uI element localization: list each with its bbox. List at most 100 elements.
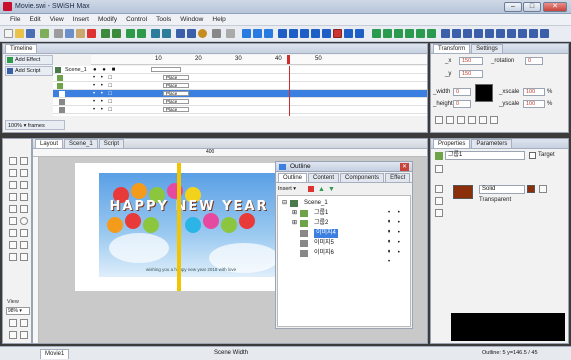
- reset-icon[interactable]: [490, 116, 498, 124]
- timeline-row-selected[interactable]: • • □ Place: [53, 90, 427, 98]
- flip-v-icon[interactable]: [446, 116, 454, 124]
- tab-script[interactable]: Script: [98, 139, 125, 148]
- frame-ruler[interactable]: 10 20 30 40 50: [91, 55, 427, 65]
- tab-settings[interactable]: Settings: [471, 44, 503, 53]
- lock-icon[interactable]: [479, 116, 487, 124]
- select-arrow-icon[interactable]: [9, 157, 17, 165]
- new-year-image[interactable]: HAPPY NEW YEAR wishing you a happy new y…: [99, 173, 283, 277]
- align-icon[interactable]: [176, 29, 185, 38]
- new-file-icon[interactable]: [4, 29, 13, 38]
- tree-item-selected[interactable]: 이미지4 • • •: [292, 229, 412, 245]
- visibility-flags[interactable]: • • □: [93, 106, 114, 114]
- playhead-marker[interactable]: [287, 55, 290, 64]
- play-movie-icon[interactable]: [242, 29, 251, 38]
- effect-icon[interactable]: [435, 209, 443, 217]
- expand-icon[interactable]: ⊞: [292, 219, 297, 228]
- delete-object-icon[interactable]: [308, 186, 314, 192]
- effect-bar[interactable]: Place: [163, 91, 189, 96]
- target-checkbox[interactable]: [529, 152, 536, 159]
- insert-dropdown[interactable]: Insert ▾: [278, 186, 296, 192]
- width-field[interactable]: 0: [453, 88, 471, 96]
- resize-icon[interactable]: [20, 181, 28, 189]
- zoom-select[interactable]: 98% ▾: [6, 307, 30, 315]
- tab-properties[interactable]: Properties: [433, 139, 471, 148]
- play-effect-icon[interactable]: [264, 29, 273, 38]
- add-script-button[interactable]: Add Script: [5, 66, 53, 76]
- prev-frame-icon[interactable]: [289, 29, 298, 38]
- tree-item[interactable]: 이미지6 • • •: [292, 249, 412, 265]
- guide-line[interactable]: [177, 163, 181, 291]
- menu-file[interactable]: File: [10, 16, 20, 23]
- settings-icon[interactable]: [212, 29, 221, 38]
- timeline-row[interactable]: • • □ Place: [53, 106, 427, 114]
- pencil-icon[interactable]: [20, 193, 28, 201]
- tree-item[interactable]: 이미지5 • • •: [292, 239, 412, 255]
- play-scene-icon[interactable]: [253, 29, 262, 38]
- insert-image-icon[interactable]: [416, 29, 425, 38]
- visibility-flags[interactable]: • • □: [93, 74, 114, 82]
- fill-transform-icon[interactable]: [9, 181, 17, 189]
- bezier-icon[interactable]: [9, 205, 17, 213]
- flip-h-icon[interactable]: [435, 116, 443, 124]
- effect-bar[interactable]: Place: [163, 83, 189, 88]
- save-icon[interactable]: [26, 29, 35, 38]
- insert-content-icon[interactable]: [427, 29, 436, 38]
- line-icon[interactable]: [9, 193, 17, 201]
- help-icon[interactable]: [198, 29, 207, 38]
- send-back-icon[interactable]: [162, 29, 171, 38]
- fill-style-select[interactable]: Solid: [479, 185, 525, 194]
- timeline-row[interactable]: Scene_1 ● ● ■: [53, 66, 427, 74]
- visibility-flags[interactable]: • • □: [93, 90, 114, 98]
- tree-item[interactable]: ⊞ 그룹2 • • •: [292, 219, 412, 235]
- ellipse-icon[interactable]: [20, 217, 28, 225]
- menu-edit[interactable]: Edit: [29, 16, 40, 23]
- tool-g-icon[interactable]: [507, 29, 516, 38]
- tab-scene[interactable]: Scene_1: [64, 139, 98, 148]
- next-frame-icon[interactable]: [344, 29, 353, 38]
- copy-icon[interactable]: [65, 29, 74, 38]
- fit-icon[interactable]: [9, 331, 17, 339]
- tab-transform[interactable]: Transform: [433, 44, 471, 53]
- tool-e-icon[interactable]: [485, 29, 494, 38]
- xscale-field[interactable]: 100: [523, 88, 545, 96]
- close-button[interactable]: ✕: [543, 2, 567, 12]
- zoom-in-icon[interactable]: [9, 319, 17, 327]
- minimize-button[interactable]: –: [504, 2, 522, 12]
- hand-icon[interactable]: [9, 253, 17, 261]
- visibility-flags[interactable]: ● ● ■: [93, 66, 117, 74]
- add-effect-button[interactable]: Add Effect: [5, 55, 53, 65]
- tool-j-icon[interactable]: [540, 29, 549, 38]
- brush-icon[interactable]: [435, 185, 443, 193]
- effect-bar[interactable]: [151, 67, 181, 72]
- tab-timeline[interactable]: Timeline: [5, 44, 38, 53]
- move-down-icon[interactable]: ▼: [328, 185, 335, 194]
- effect-bar[interactable]: Place: [163, 99, 189, 104]
- tree-item-scene[interactable]: ⊟ Scene_1: [282, 199, 402, 208]
- zoom-icon[interactable]: [20, 253, 28, 261]
- insert-text-icon[interactable]: [383, 29, 392, 38]
- x-field[interactable]: 150: [459, 57, 483, 65]
- stage[interactable]: HAPPY NEW YEAR wishing you a happy new y…: [75, 163, 307, 291]
- tab-layout[interactable]: Layout: [35, 139, 64, 148]
- tab-components[interactable]: Components: [340, 173, 385, 182]
- motion-path-icon[interactable]: [20, 169, 28, 177]
- rotation-field[interactable]: 0: [525, 57, 543, 65]
- first-frame-icon[interactable]: [278, 29, 287, 38]
- height-field[interactable]: 0: [453, 100, 471, 108]
- expand-icon[interactable]: ⊞: [292, 209, 297, 218]
- tree-flags[interactable]: • • •: [388, 249, 412, 267]
- undo-icon[interactable]: [101, 29, 110, 38]
- menu-control[interactable]: Control: [126, 16, 147, 23]
- eyedropper-icon[interactable]: [20, 241, 28, 249]
- collapse-icon[interactable]: ⊟: [282, 199, 287, 208]
- reshape-icon[interactable]: [9, 169, 17, 177]
- line-style-icon[interactable]: [435, 197, 443, 205]
- y-field[interactable]: 150: [459, 70, 483, 78]
- forward-icon[interactable]: [322, 29, 331, 38]
- menu-view[interactable]: View: [50, 16, 64, 23]
- delete-icon[interactable]: [87, 29, 96, 38]
- ungroup-icon[interactable]: [137, 29, 146, 38]
- move-up-icon[interactable]: ▲: [318, 185, 325, 194]
- fill-icon[interactable]: [9, 241, 17, 249]
- visibility-flags[interactable]: • • □: [93, 82, 114, 90]
